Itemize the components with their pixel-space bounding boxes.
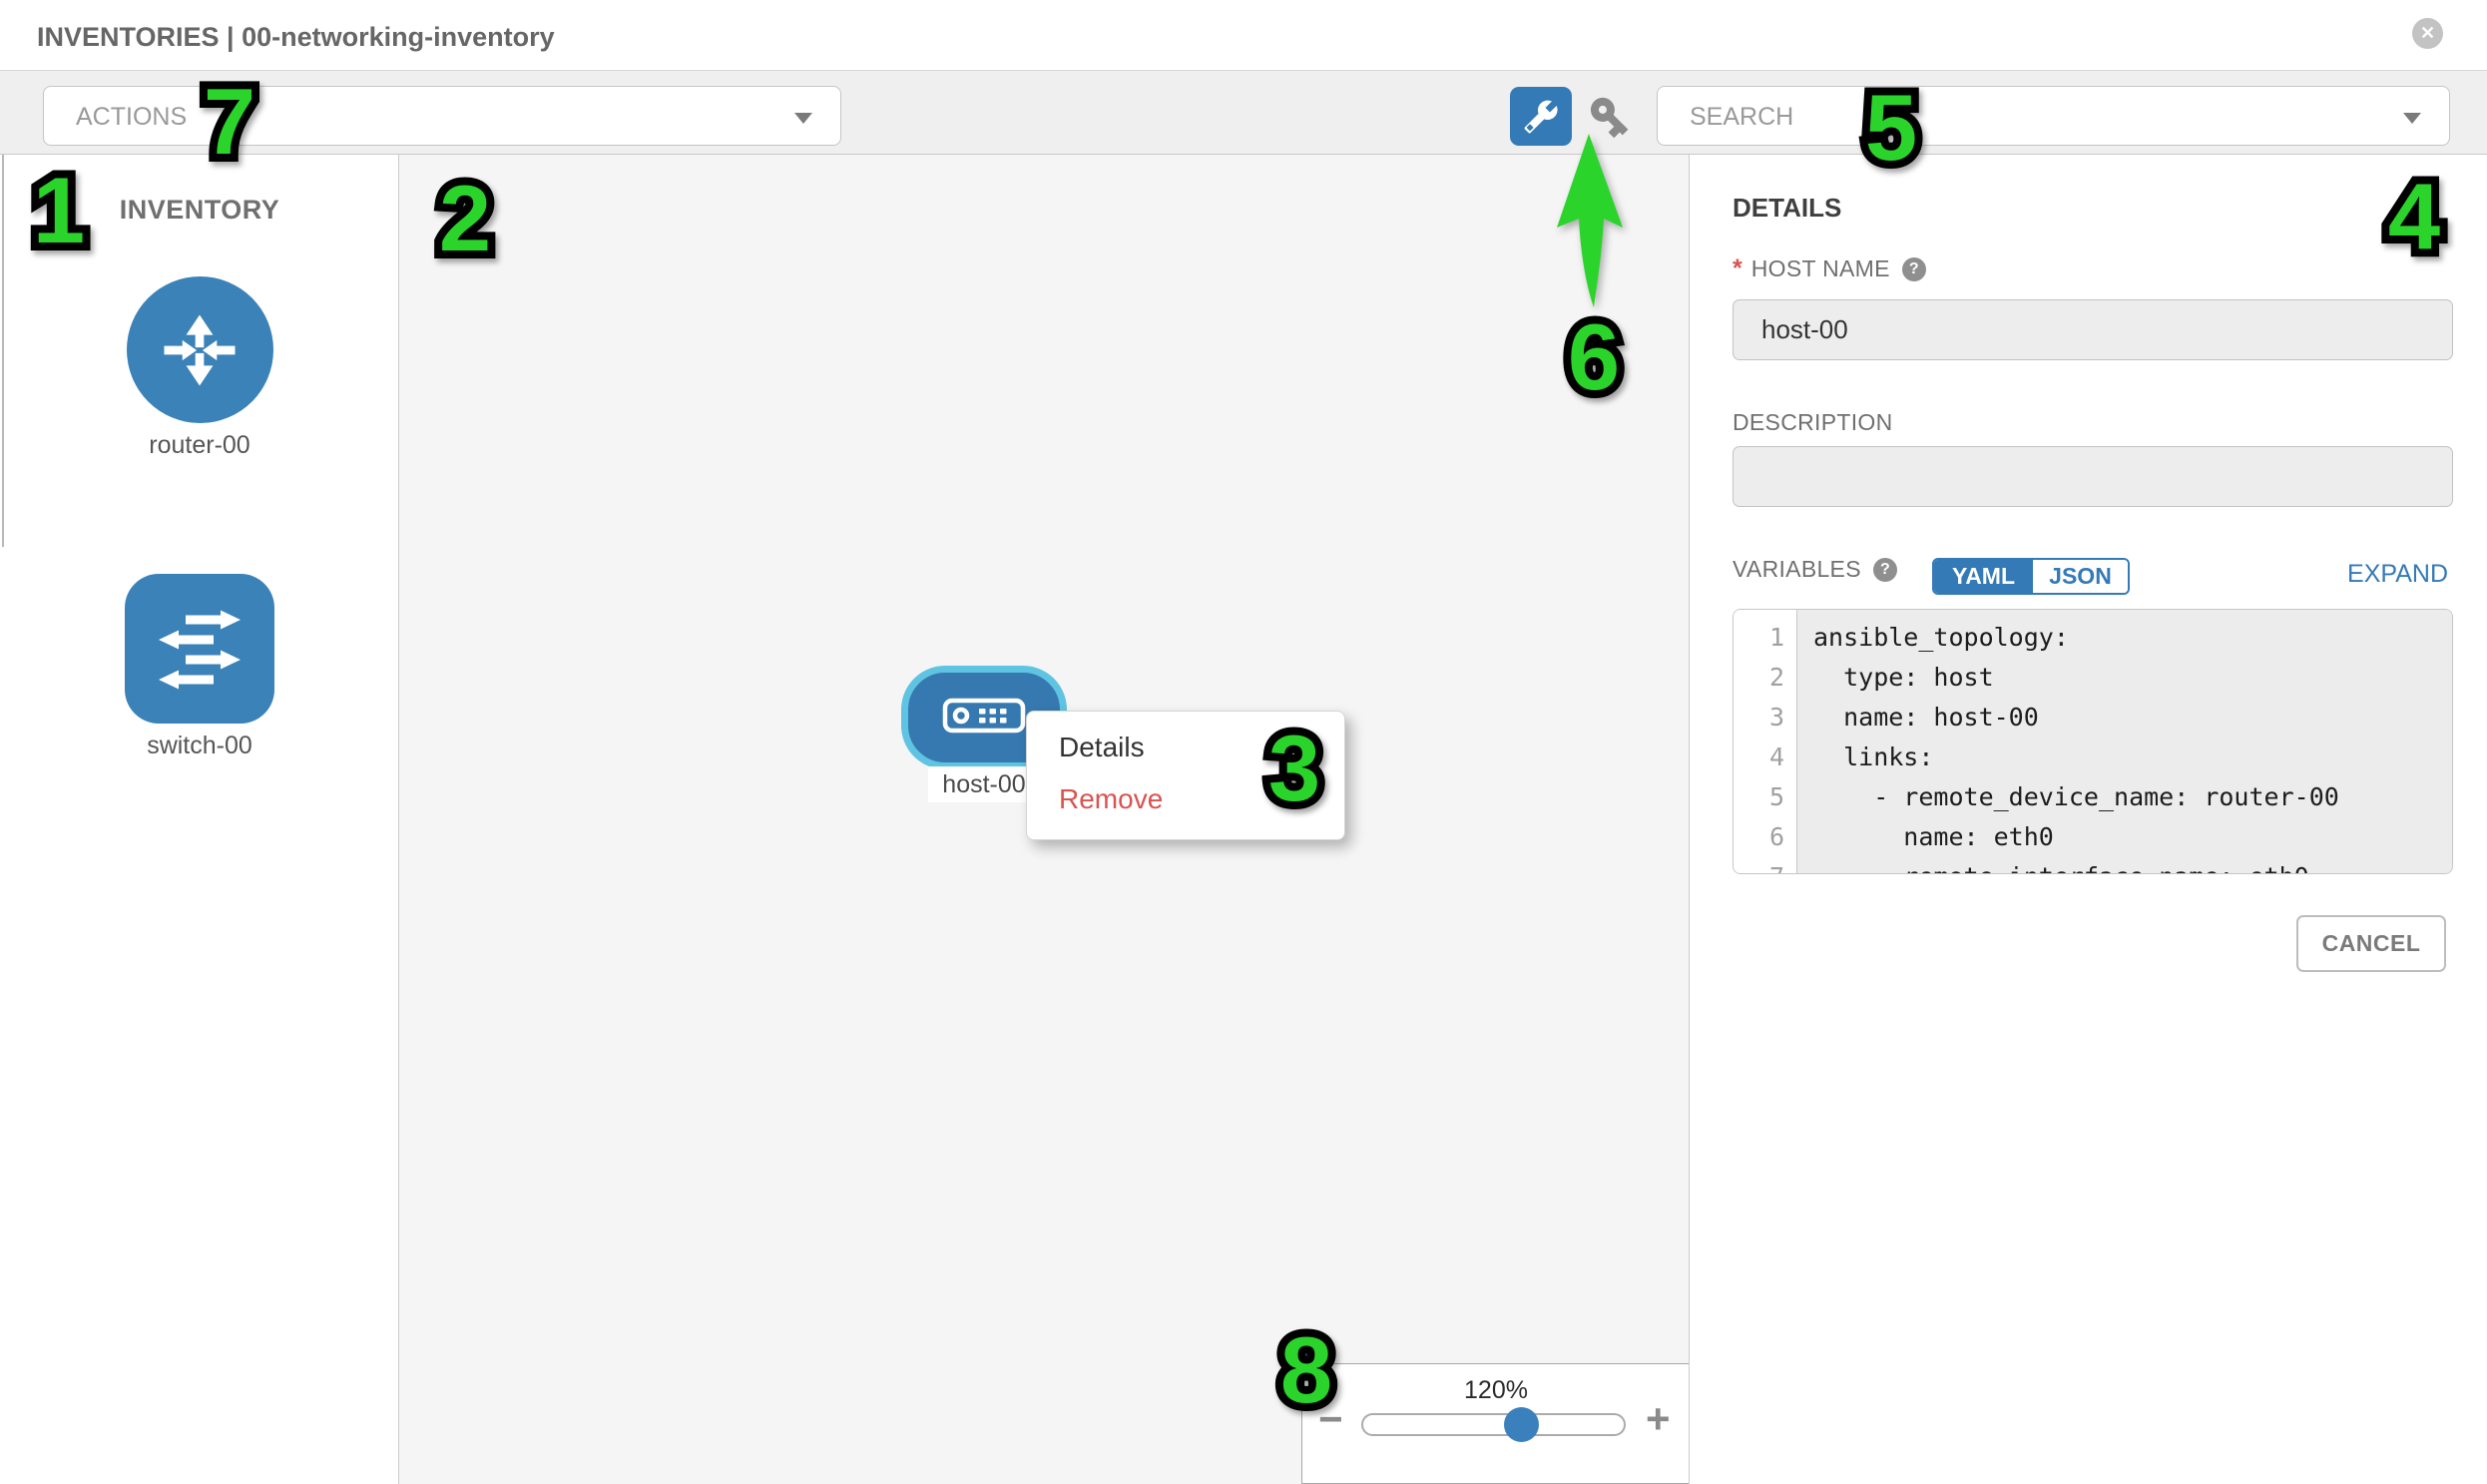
editor-line-numbers: 1 2 3 4 5 6 7 bbox=[1734, 610, 1797, 873]
details-panel: DETAILS * HOST NAME ? DESCRIPTION VARIAB… bbox=[1689, 155, 2487, 1484]
topology-canvas[interactable]: host-00 Details Remove 120% − + bbox=[399, 155, 1689, 1484]
key-icon bbox=[1586, 128, 1634, 145]
inventory-sidebar: INVENTORY router-00 bbox=[0, 155, 399, 1484]
chevron-down-icon bbox=[794, 113, 812, 124]
actions-dropdown-label: ACTIONS bbox=[76, 87, 187, 145]
zoom-slider-track[interactable] bbox=[1361, 1413, 1626, 1436]
context-menu: Details Remove bbox=[1026, 711, 1345, 840]
host-name-field-row: * HOST NAME ? bbox=[1733, 254, 1926, 283]
sidebar-item-switch[interactable]: switch-00 bbox=[0, 574, 399, 760]
required-asterisk: * bbox=[1733, 254, 1742, 283]
host-name-label: HOST NAME bbox=[1751, 255, 1890, 282]
host-node-label: host-00 bbox=[928, 766, 1040, 802]
editor-code[interactable]: ansible_topology: type: host name: host-… bbox=[1797, 610, 2452, 873]
zoom-slider-thumb[interactable] bbox=[1504, 1407, 1539, 1442]
router-label: router-00 bbox=[0, 431, 399, 460]
router-icon[interactable] bbox=[127, 276, 273, 423]
zoom-out-button[interactable]: − bbox=[1318, 1398, 1343, 1440]
variables-field-row: VARIABLES ? bbox=[1733, 556, 1897, 583]
description-label: DESCRIPTION bbox=[1733, 409, 1892, 436]
help-icon[interactable]: ? bbox=[1873, 558, 1897, 582]
search-dropdown[interactable]: SEARCH bbox=[1657, 86, 2450, 146]
variables-format-toggle: YAML JSON bbox=[1932, 558, 2130, 595]
host-name-input[interactable] bbox=[1733, 299, 2453, 360]
chevron-down-icon bbox=[2403, 113, 2421, 124]
key-button[interactable] bbox=[1586, 93, 1634, 141]
toggle-json[interactable]: JSON bbox=[2033, 560, 2128, 593]
cancel-button[interactable]: CANCEL bbox=[2296, 915, 2446, 972]
details-heading: DETAILS bbox=[1733, 193, 1841, 224]
zoom-control-panel: 120% − + bbox=[1301, 1363, 1691, 1484]
context-menu-item-details[interactable]: Details bbox=[1027, 722, 1344, 773]
switch-icon[interactable] bbox=[125, 574, 274, 724]
search-dropdown-label: SEARCH bbox=[1690, 87, 1793, 145]
variables-code-editor[interactable]: 1 2 3 4 5 6 7 ansible_topology: type: ho… bbox=[1733, 609, 2453, 874]
actions-dropdown[interactable]: ACTIONS bbox=[43, 86, 841, 146]
close-icon[interactable]: ✕ bbox=[2412, 18, 2443, 49]
zoom-in-button[interactable]: + bbox=[1646, 1398, 1671, 1440]
sidebar-item-router[interactable]: router-00 bbox=[0, 276, 399, 460]
variables-label: VARIABLES bbox=[1733, 556, 1861, 583]
help-icon[interactable]: ? bbox=[1902, 257, 1926, 281]
expand-link[interactable]: EXPAND bbox=[2347, 560, 2448, 589]
inventory-heading: INVENTORY bbox=[0, 195, 399, 226]
toggle-yaml[interactable]: YAML bbox=[1934, 560, 2033, 593]
page-title: INVENTORIES | 00-networking-inventory bbox=[37, 0, 555, 70]
tools-button[interactable] bbox=[1510, 87, 1572, 146]
description-input[interactable] bbox=[1733, 446, 2453, 507]
context-menu-item-remove[interactable]: Remove bbox=[1027, 773, 1344, 825]
host-icon bbox=[942, 698, 1026, 739]
zoom-level-label: 120% bbox=[1302, 1376, 1690, 1405]
header: INVENTORIES | 00-networking-inventory ✕ bbox=[0, 0, 2487, 70]
toolbar: ACTIONS SEARCH bbox=[0, 70, 2487, 155]
switch-label: switch-00 bbox=[0, 732, 399, 760]
